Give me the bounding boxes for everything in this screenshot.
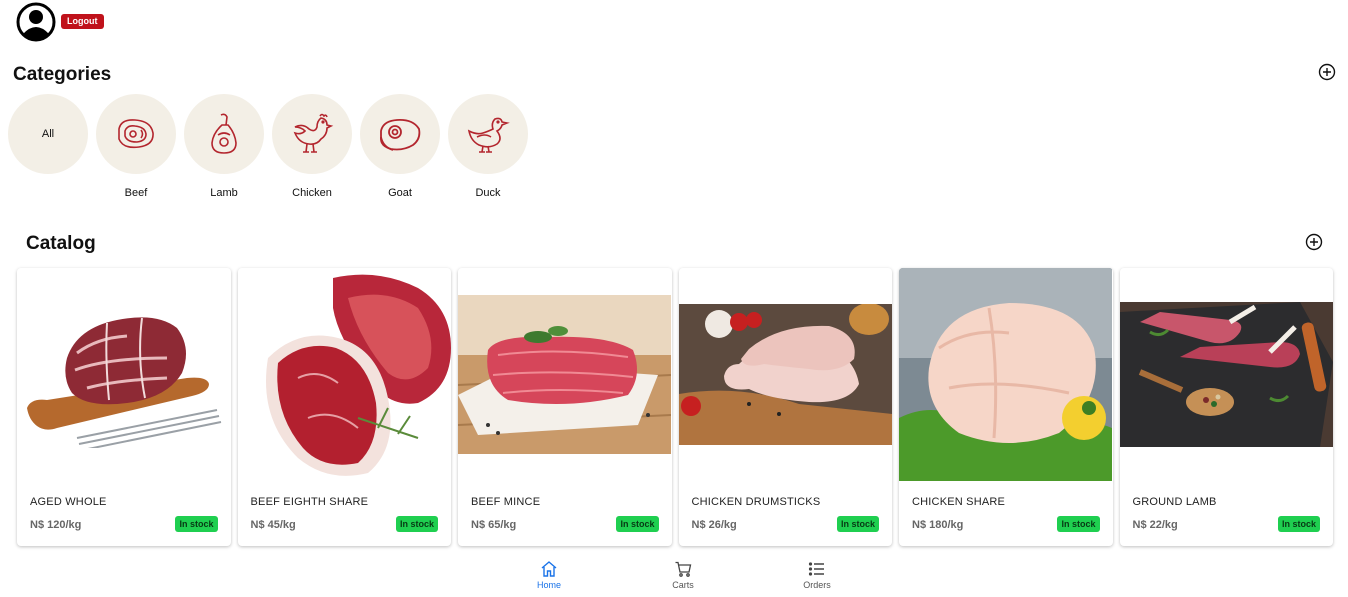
nav-orders[interactable]: Orders (787, 560, 847, 590)
product-name: CHICKEN SHARE (912, 496, 1006, 508)
product-name: CHICKEN DRUMSTICKS (691, 496, 821, 508)
product-name: GROUND LAMB (1132, 496, 1217, 508)
category-label: All (41, 128, 55, 140)
category-beef-circle (96, 94, 176, 174)
category-all-circle: All (8, 94, 88, 174)
bottom-navigation: Home Carts Orders (0, 556, 1348, 597)
category-label: Goat (388, 187, 412, 199)
product-card[interactable]: BEEF EIGHTH SHARE N$ 45/kg In stock (237, 268, 451, 546)
steak-icon (380, 119, 421, 151)
product-card[interactable]: GROUND LAMB N$ 22/kg In stock (1119, 268, 1333, 546)
stock-badge: In stock (1277, 516, 1320, 532)
top-bar: Logout (16, 2, 104, 42)
product-price: N$ 180/kg (912, 519, 964, 531)
product-card[interactable]: CHICKEN SHARE N$ 180/kg In stock (899, 268, 1113, 546)
category-label: Lamb (210, 187, 238, 199)
product-name: BEEF EIGHTH SHARE (250, 496, 369, 508)
stock-badge: In stock (616, 516, 659, 532)
product-price: N$ 45/kg (250, 519, 296, 531)
logout-button[interactable]: Logout (61, 14, 104, 29)
stock-badge: In stock (395, 516, 438, 532)
product-price: N$ 65/kg (471, 519, 517, 531)
category-lamb-circle (184, 94, 264, 174)
catalog-title: Catalog (26, 233, 96, 254)
category-chicken[interactable]: Chicken (272, 94, 352, 200)
category-duck-circle (448, 94, 528, 174)
product-list: AGED WHOLE N$ 120/kg In stock BEEF EIGHT… (17, 268, 1333, 546)
nav-carts[interactable]: Carts (653, 560, 713, 590)
cart-icon (675, 561, 692, 577)
product-image (265, 274, 451, 476)
category-label: Beef (124, 187, 148, 199)
category-label: Chicken (292, 187, 332, 199)
category-list: All Beef Lamb Chicken Goat Duck (8, 94, 528, 200)
category-chicken-circle (272, 94, 352, 174)
category-goat-circle (360, 94, 440, 174)
category-lamb[interactable]: Lamb (184, 94, 264, 200)
product-card[interactable]: AGED WHOLE N$ 120/kg In stock (17, 268, 231, 546)
lamb-leg-icon (211, 113, 237, 154)
nav-label: Orders (803, 580, 831, 590)
category-beef[interactable]: Beef (96, 94, 176, 200)
product-image (678, 304, 892, 445)
product-name: AGED WHOLE (30, 496, 107, 508)
product-name: BEEF MINCE (471, 496, 541, 508)
product-image (1119, 302, 1333, 447)
product-image (27, 317, 222, 448)
add-product-icon[interactable] (1305, 233, 1323, 251)
category-goat[interactable]: Goat (360, 94, 440, 200)
product-card[interactable]: BEEF MINCE N$ 65/kg In stock (458, 268, 672, 546)
category-duck[interactable]: Duck (448, 94, 528, 200)
product-image (458, 295, 671, 454)
category-all[interactable]: All (8, 94, 88, 200)
product-price: N$ 26/kg (691, 519, 737, 531)
category-label: Duck (475, 187, 501, 199)
product-image (899, 268, 1112, 481)
nav-label: Carts (672, 580, 694, 590)
nav-label: Home (536, 580, 561, 590)
product-price: N$ 120/kg (30, 519, 82, 531)
chicken-icon (293, 113, 334, 153)
product-price: N$ 22/kg (1132, 519, 1178, 531)
user-avatar-icon[interactable] (16, 2, 56, 42)
beef-icon (118, 119, 154, 149)
list-icon (808, 562, 824, 576)
stock-badge: In stock (1057, 516, 1100, 532)
stock-badge: In stock (836, 516, 879, 532)
stock-badge: In stock (175, 516, 218, 532)
duck-icon (467, 117, 510, 153)
nav-home[interactable]: Home (519, 560, 579, 590)
categories-title: Categories (13, 64, 112, 85)
add-category-icon[interactable] (1318, 63, 1336, 81)
product-card[interactable]: CHICKEN DRUMSTICKS N$ 26/kg In stock (678, 268, 892, 546)
home-icon (541, 561, 557, 577)
